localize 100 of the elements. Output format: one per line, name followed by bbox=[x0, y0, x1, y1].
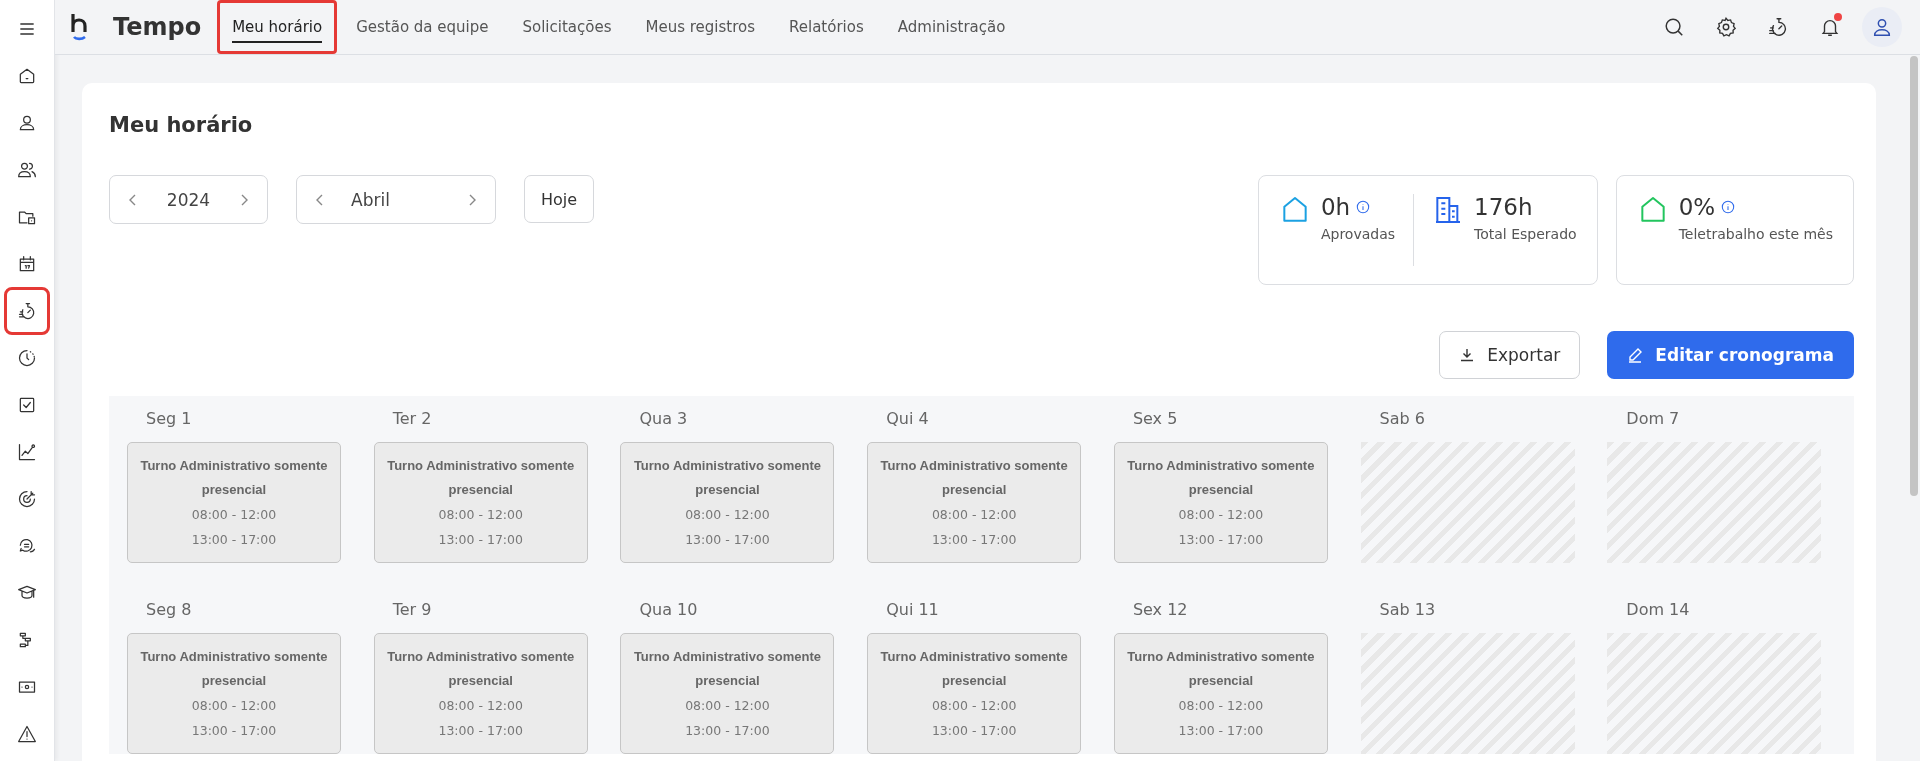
info-icon[interactable] bbox=[1721, 200, 1736, 214]
shift-name: Turno Administrativo somente presencial bbox=[632, 647, 822, 690]
stat-value: 0% bbox=[1678, 194, 1716, 220]
search-icon bbox=[1663, 16, 1685, 38]
shift-block[interactable]: Turno Administrativo somente presencial 08:00 - 12:00 13:00 - 17:00 bbox=[620, 442, 835, 563]
nav-tab[interactable]: Solicitações bbox=[507, 0, 627, 54]
shift-block[interactable]: Turno Administrativo somente presencial 08:00 - 12:00 13:00 - 17:00 bbox=[620, 633, 835, 754]
shift-name: Turno Administrativo somente presencial bbox=[386, 456, 576, 499]
pencil-icon bbox=[1627, 347, 1644, 363]
year-value: 2024 bbox=[166, 189, 211, 210]
stat-label: Aprovadas bbox=[1320, 226, 1396, 242]
shift-time: 08:00 - 12:00 bbox=[1178, 505, 1264, 524]
shift-name: Turno Administrativo somente presencial bbox=[632, 456, 822, 499]
shift-time: 13:00 - 17:00 bbox=[438, 721, 523, 740]
day-label: Qui 4 bbox=[885, 408, 930, 430]
nav-tab[interactable]: Administração bbox=[882, 0, 1021, 54]
nav-tab[interactable]: Gestão da equipe bbox=[341, 0, 504, 54]
shift-time: 08:00 - 12:00 bbox=[931, 505, 1017, 524]
app-name: Tempo bbox=[113, 13, 202, 41]
shift-block[interactable]: Turno Administrativo somente presencial 08:00 - 12:00 13:00 - 17:00 bbox=[127, 442, 341, 563]
clock-icon bbox=[17, 348, 37, 368]
target-icon bbox=[17, 489, 37, 509]
shift-block[interactable]: Turno Administrativo somente presencial 08:00 - 12:00 13:00 - 17:00 bbox=[373, 442, 588, 563]
scrollbar[interactable] bbox=[1910, 56, 1918, 496]
stat-value: 176h bbox=[1474, 194, 1533, 220]
shift-time: 13:00 - 17:00 bbox=[685, 721, 770, 740]
shift-name: Turno Administrativo somente presencial bbox=[1126, 647, 1316, 690]
shift-block[interactable]: Turno Administrativo somente presencial 08:00 - 12:00 13:00 - 17:00 bbox=[1113, 442, 1328, 563]
calendar-icon bbox=[17, 254, 37, 274]
user-icon bbox=[1871, 16, 1893, 38]
shift-time: 08:00 - 12:00 bbox=[685, 505, 770, 524]
next-button[interactable] bbox=[467, 193, 477, 206]
shift-block[interactable]: Turno Administrativo somente presencial 08:00 - 12:00 13:00 - 17:00 bbox=[373, 633, 588, 754]
download-icon bbox=[1459, 347, 1476, 363]
chevron-right-icon bbox=[239, 193, 249, 206]
shift-name: Turno Administrativo somente presencial bbox=[139, 456, 329, 499]
shift-time: 13:00 - 17:00 bbox=[191, 530, 277, 549]
day-label: Sab 13 bbox=[1378, 599, 1437, 621]
shift-time: 13:00 - 17:00 bbox=[191, 721, 277, 740]
stat-label: Teletrabalho este mês bbox=[1678, 226, 1833, 242]
day-label: Dom 14 bbox=[1625, 599, 1691, 621]
line-chart-icon bbox=[17, 442, 37, 462]
settings-icon bbox=[1715, 16, 1737, 38]
stat-label: Total Esperado bbox=[1474, 226, 1577, 242]
nav-tab[interactable]: Meu horário bbox=[217, 0, 338, 54]
shift-name: Turno Administrativo somente presencial bbox=[139, 647, 329, 690]
today-button[interactable]: Hoje bbox=[524, 175, 595, 223]
stat-value: 0h bbox=[1320, 194, 1351, 220]
shift-name: Turno Administrativo somente presencial bbox=[386, 647, 576, 690]
export-button[interactable]: Exportar bbox=[1439, 331, 1581, 379]
shift-time: 08:00 - 12:00 bbox=[438, 696, 523, 715]
shift-time: 13:00 - 17:00 bbox=[931, 530, 1017, 549]
shift-block[interactable]: Turno Administrativo somente presencial 08:00 - 12:00 13:00 - 17:00 bbox=[867, 442, 1082, 563]
previous-button[interactable] bbox=[315, 193, 325, 206]
shift-time: 13:00 - 17:00 bbox=[438, 530, 523, 549]
shift-time: 13:00 - 17:00 bbox=[685, 530, 770, 549]
next-button[interactable] bbox=[239, 193, 249, 206]
shift-time: 13:00 - 17:00 bbox=[1178, 721, 1264, 740]
month-picker[interactable]: Abril bbox=[296, 175, 496, 224]
checkbox-icon bbox=[17, 395, 37, 415]
shift-time: 13:00 - 17:00 bbox=[931, 721, 1017, 740]
nav-tab[interactable]: Relatórios bbox=[774, 0, 879, 54]
nav-tab[interactable]: Meus registros bbox=[630, 0, 771, 54]
previous-button[interactable] bbox=[128, 193, 138, 206]
day-label: Seg 1 bbox=[145, 408, 193, 430]
year-picker[interactable]: 2024 bbox=[109, 175, 268, 224]
shift-time: 08:00 - 12:00 bbox=[1178, 696, 1264, 715]
stopwatch-icon bbox=[1767, 16, 1789, 38]
day-label: Sab 6 bbox=[1378, 408, 1426, 430]
warning-icon bbox=[17, 724, 37, 744]
page-title: Meu horário bbox=[109, 113, 254, 137]
shift-time: 08:00 - 12:00 bbox=[931, 696, 1017, 715]
day-label: Sex 5 bbox=[1131, 408, 1179, 430]
shift-time: 08:00 - 12:00 bbox=[191, 696, 277, 715]
shift-time: 08:00 - 12:00 bbox=[438, 505, 523, 524]
shift-block[interactable]: Turno Administrativo somente presencial 08:00 - 12:00 13:00 - 17:00 bbox=[1113, 633, 1328, 754]
user-icon bbox=[17, 113, 37, 133]
edit-schedule-button[interactable]: Editar cronograma bbox=[1607, 331, 1854, 379]
profile-button[interactable] bbox=[1862, 7, 1902, 47]
day-label: Seg 8 bbox=[145, 599, 193, 621]
chevron-right-icon bbox=[467, 193, 477, 206]
users-icon bbox=[17, 160, 37, 180]
day-label: Dom 7 bbox=[1625, 408, 1681, 430]
stopwatch-icon bbox=[17, 301, 37, 321]
day-label: Sex 12 bbox=[1131, 599, 1189, 621]
sidebar-item[interactable] bbox=[7, 290, 47, 332]
shift-time: 13:00 - 17:00 bbox=[1178, 530, 1264, 549]
shift-block[interactable]: Turno Administrativo somente presencial 08:00 - 12:00 13:00 - 17:00 bbox=[867, 633, 1082, 754]
day-label: Ter 2 bbox=[391, 408, 433, 430]
chevron-left-icon bbox=[315, 193, 325, 206]
info-icon[interactable] bbox=[1356, 200, 1371, 214]
month-value: Abril bbox=[350, 189, 391, 210]
shift-block[interactable]: Turno Administrativo somente presencial 08:00 - 12:00 13:00 - 17:00 bbox=[127, 633, 341, 754]
shift-name: Turno Administrativo somente presencial bbox=[1126, 456, 1316, 499]
shift-name: Turno Administrativo somente presencial bbox=[879, 456, 1069, 499]
day-label: Qui 11 bbox=[885, 599, 940, 621]
day-label: Qua 3 bbox=[638, 408, 689, 430]
shift-time: 08:00 - 12:00 bbox=[191, 505, 277, 524]
home-icon bbox=[17, 66, 37, 86]
shift-time: 08:00 - 12:00 bbox=[685, 696, 770, 715]
